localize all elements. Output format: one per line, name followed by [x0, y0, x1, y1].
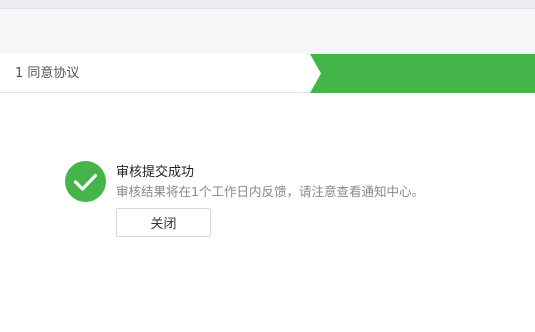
- header-band: [0, 9, 535, 54]
- close-button[interactable]: 关闭: [116, 208, 211, 237]
- step-1-label: 1 同意协议: [15, 66, 80, 81]
- step-2-active-segment: [310, 54, 535, 93]
- result-title: 审核提交成功: [116, 165, 195, 180]
- result-description: 审核结果将在1个工作日内反馈，请注意查看通知中心。: [116, 184, 424, 199]
- top-strip: [0, 0, 535, 9]
- step-progress-graphic: [310, 54, 535, 93]
- check-circle-icon: [65, 161, 106, 202]
- step-progress-bar: 1 同意协议: [0, 54, 535, 93]
